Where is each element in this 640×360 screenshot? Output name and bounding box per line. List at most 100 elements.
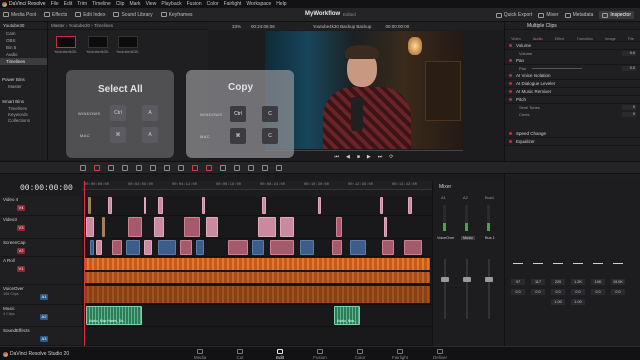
pitch-section[interactable]: Pitch — [505, 96, 640, 104]
timeline-clip[interactable] — [270, 240, 294, 255]
menu-file[interactable]: File — [51, 1, 59, 7]
track-badge[interactable]: A2 — [40, 314, 48, 320]
jump-end-icon[interactable]: ⏭ — [378, 154, 383, 160]
timeline-clip[interactable] — [262, 197, 266, 214]
menu-workspace[interactable]: Workspace — [246, 1, 271, 7]
timeline-clip[interactable] — [196, 240, 204, 255]
selection-tool-icon[interactable] — [94, 164, 100, 171]
menu-edit[interactable]: Edit — [64, 1, 73, 7]
tab-image[interactable]: Image — [605, 37, 616, 41]
bin-root[interactable]: Youtube30 — [0, 22, 47, 30]
enable-dot-icon[interactable] — [509, 44, 512, 47]
music-clip[interactable]: Audio_Nos... — [334, 306, 360, 325]
keyframes-button[interactable]: Keyframes — [160, 12, 193, 18]
eq-freq-value[interactable]: 220 — [551, 279, 565, 285]
menu-timeline[interactable]: Timeline — [92, 1, 111, 7]
bin-item-bin5[interactable]: Bin 5 — [0, 44, 47, 51]
a-roll-audio-clips[interactable] — [84, 272, 430, 283]
tab-audio[interactable]: Audio — [533, 37, 543, 41]
mixer-button[interactable]: Mixer — [538, 12, 559, 18]
eq-gain-value[interactable]: 0.0 — [551, 289, 565, 295]
eq-gain-value[interactable]: 0.0 — [531, 289, 545, 295]
flag-icon[interactable] — [234, 164, 240, 171]
zoom-in-icon[interactable] — [276, 164, 282, 171]
track-header-v1[interactable]: A Roll V1 — [0, 257, 82, 285]
effects-button[interactable]: Effects — [44, 12, 67, 18]
a-roll-video-clips[interactable] — [84, 258, 430, 270]
metadata-button[interactable]: Metadata — [564, 12, 593, 18]
sound-library-button[interactable]: Sound Library — [113, 12, 153, 18]
pan-section[interactable]: Pan — [505, 57, 640, 65]
timeline-clip[interactable] — [408, 197, 412, 214]
menu-color[interactable]: Color — [207, 1, 219, 7]
ai-music-remixer-section[interactable]: AI Music Remixer — [505, 88, 640, 96]
tab-effect[interactable]: Effect — [555, 37, 565, 41]
bin-item-obs[interactable]: OBS — [0, 37, 47, 44]
timeline-clip[interactable] — [180, 240, 192, 255]
timeline-ruler[interactable]: 00:00:00:00 00:02:06:00 00:04:12:00 00:0… — [82, 181, 432, 190]
fader-handle[interactable] — [441, 277, 449, 282]
timeline-select[interactable]: Youtube4k30 Backup Backup — [313, 24, 372, 29]
track-badge[interactable]: A3 — [40, 336, 48, 342]
blade-tool-icon[interactable] — [136, 164, 142, 171]
ai-voice-isolation-section[interactable]: AI Voice Isolation — [505, 72, 640, 80]
page-tab-color[interactable]: Color — [345, 349, 375, 360]
eq-freq-value[interactable]: 117 — [531, 279, 545, 285]
bus-1[interactable]: Bus 1 — [485, 236, 495, 240]
eq-gain-value[interactable]: 0.0 — [591, 289, 605, 295]
viewer-scrub-bar[interactable] — [265, 150, 463, 151]
eq-q-value[interactable]: 1.00 — [571, 299, 585, 305]
track-badge[interactable]: V2 — [17, 248, 25, 254]
overwrite-clip-icon[interactable] — [164, 164, 170, 171]
timeline-clip[interactable] — [252, 240, 264, 255]
menu-trim[interactable]: Trim — [77, 1, 87, 7]
track-lane-v2[interactable] — [82, 239, 432, 257]
stop-icon[interactable]: ■ — [357, 154, 360, 160]
eq-band-knob[interactable] — [553, 263, 563, 267]
timeline-clip[interactable] — [336, 217, 342, 237]
trim-tool-icon[interactable] — [108, 164, 114, 171]
eq-band-knob[interactable] — [533, 263, 543, 267]
enable-dot-icon[interactable] — [509, 59, 512, 62]
timeline-clip[interactable] — [318, 197, 321, 214]
menu-help[interactable]: Help — [276, 1, 286, 7]
track-badge[interactable]: V1 — [17, 266, 25, 272]
music-clip[interactable]: Audio_Mac Harris_Sn... — [86, 306, 142, 325]
track-header-a3[interactable]: SoundEffects A3 — [0, 327, 82, 346]
track-header-a2[interactable]: Music 4 Clips A2 — [0, 305, 82, 327]
page-tab-edit[interactable]: Edit — [265, 349, 295, 360]
timeline-clip[interactable] — [280, 217, 294, 237]
enable-dot-icon[interactable] — [509, 132, 512, 135]
timeline-thumb[interactable] — [88, 36, 108, 48]
track-lane-a1[interactable] — [82, 285, 432, 305]
timeline-thumb[interactable] — [56, 36, 76, 48]
zoom-out-icon[interactable] — [262, 164, 268, 171]
menu-fairlight[interactable]: Fairlight — [224, 1, 242, 7]
timeline-clip[interactable] — [112, 240, 122, 255]
tab-transition[interactable]: Transition — [576, 37, 593, 41]
edit-index-button[interactable]: Edit Index — [75, 12, 105, 18]
timeline-clip[interactable] — [86, 217, 94, 237]
quick-export-button[interactable]: Quick Export — [495, 12, 532, 18]
smart-bin-collections[interactable]: Collections — [0, 117, 47, 123]
layout-icon[interactable] — [80, 164, 86, 171]
timeline-clip[interactable] — [300, 240, 314, 255]
replace-clip-icon[interactable] — [178, 164, 184, 171]
jump-start-icon[interactable]: ⏮ — [335, 154, 340, 160]
marker-icon[interactable] — [248, 164, 254, 171]
page-tab-media[interactable]: Media — [185, 349, 215, 360]
smart-bins-header[interactable]: Smart Bins — [0, 97, 47, 105]
volume-section[interactable]: Volume — [505, 42, 640, 50]
eq-q-value[interactable]: 1.00 — [551, 299, 565, 305]
menu-fusion[interactable]: Fusion — [187, 1, 202, 7]
track-header-v4[interactable]: Video 4 V4 — [0, 196, 82, 216]
tab-video[interactable]: Video — [511, 37, 521, 41]
pan-slider[interactable] — [532, 68, 583, 69]
bin-item-timelines[interactable]: Timelines — [0, 58, 47, 65]
snapping-icon[interactable] — [192, 164, 198, 171]
enable-dot-icon[interactable] — [509, 74, 512, 77]
timeline-clip[interactable] — [128, 217, 142, 237]
cents-value[interactable]: 0 — [622, 112, 636, 117]
menu-clip[interactable]: Clip — [116, 1, 125, 7]
timeline-clip[interactable] — [158, 240, 176, 255]
